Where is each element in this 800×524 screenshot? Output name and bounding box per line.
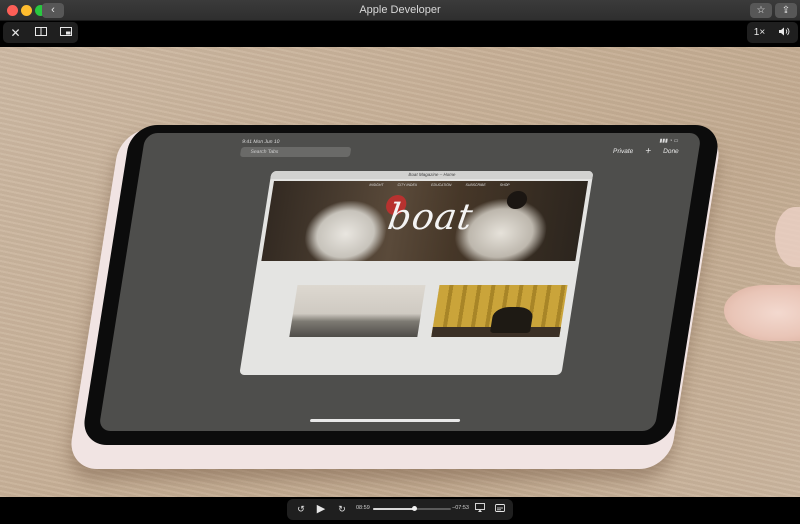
play-icon: ▶ [316, 503, 326, 515]
picture-in-picture-icon [59, 26, 72, 39]
ipad-status-icons: ▮▮▮ ◔ ▭ [659, 138, 679, 144]
ipad-search-placeholder: Search Tabs [250, 149, 279, 155]
skip-forward-button[interactable]: ↻ [335, 502, 349, 517]
ipad-nav-item: EDUCATION [430, 183, 452, 187]
ipad-private-label: Private [612, 148, 634, 155]
audio-speed-controls: 1× [747, 22, 798, 43]
airplay-button[interactable] [473, 502, 487, 517]
ipad-done-label: Done [662, 148, 680, 155]
progress-fill [373, 508, 415, 510]
captions-icon [495, 504, 505, 514]
ipad-nav-item: INSIGHT [369, 183, 384, 187]
ipad-status-time: 9:41 Mon Jun 10 [241, 139, 280, 145]
captions-button[interactable] [493, 502, 507, 517]
ipad-yellow-room-image [431, 285, 568, 337]
ipad-nav-item: SHOP [499, 183, 510, 187]
split-view-icon [34, 26, 47, 39]
bookmark-button[interactable]: ☆ [750, 3, 772, 18]
ipad-site-logo: boat [384, 197, 477, 238]
view-controls: ✕ [3, 22, 78, 43]
ipad-nav-item: SUBSCRIBE [465, 183, 487, 187]
speaker-icon [779, 27, 790, 39]
ipad-tab-title: Boat Magazine – Home [270, 171, 594, 179]
airplay-icon [475, 503, 485, 514]
ipad-site-nav: INSIGHT CITY INDEX EDUCATION SUBSCRIBE S… [369, 183, 510, 187]
volume-button[interactable] [772, 22, 797, 43]
playback-controls: ↺ ▶ ↻ 08:59 −07:53 [287, 499, 513, 520]
video-frame[interactable]: 9:41 Mon Jun 10 ▮▮▮ ◔ ▭ Search Tabs Priv… [0, 47, 800, 497]
ipad-search-tabs: Search Tabs [239, 147, 352, 157]
progress-scrubber[interactable] [373, 506, 451, 511]
window-titlebar: ‹ Apple Developer ☆ ⇪ [0, 0, 800, 21]
close-video-button[interactable]: ✕ [3, 22, 28, 43]
ipad-person-image [301, 201, 391, 261]
ipad-tab-actions: Private + Done [612, 145, 680, 157]
ipad-hero-image: INSIGHT CITY INDEX EDUCATION SUBSCRIBE S… [261, 181, 588, 261]
hand-finger [724, 285, 800, 341]
elapsed-time: 08:59 [356, 505, 370, 511]
skip-back-15-icon: ↺ [297, 504, 305, 514]
share-icon: ⇪ [781, 5, 791, 16]
video-bottom-controls: ↺ ▶ ↻ 08:59 −07:53 [0, 497, 800, 524]
playback-speed-button[interactable]: 1× [747, 22, 772, 43]
ipad-add-tab-icon: + [644, 145, 653, 157]
skip-forward-15-icon: ↻ [338, 504, 346, 514]
scrubber-handle[interactable] [412, 506, 418, 511]
ipad-landscape-image [289, 285, 426, 337]
share-button[interactable]: ⇪ [775, 3, 797, 18]
video-top-controls: ✕ 1× [0, 21, 800, 47]
play-button[interactable]: ▶ [314, 502, 328, 517]
ipad-home-indicator [309, 419, 461, 422]
star-icon: ☆ [756, 5, 766, 16]
close-icon: ✕ [10, 25, 21, 40]
picture-in-picture-button[interactable] [53, 22, 78, 43]
hand-finger [775, 207, 800, 267]
skip-back-button[interactable]: ↺ [294, 502, 308, 517]
ipad-tab-card: Boat Magazine – Home INSIGHT CITY INDEX … [239, 171, 594, 375]
window-title: Apple Developer [359, 4, 441, 16]
ipad-nav-item: CITY INDEX [397, 183, 418, 187]
split-view-button[interactable] [28, 22, 53, 43]
ipad-screen: 9:41 Mon Jun 10 ▮▮▮ ◔ ▭ Search Tabs Priv… [98, 133, 702, 431]
remaining-time: −07:53 [452, 505, 469, 511]
